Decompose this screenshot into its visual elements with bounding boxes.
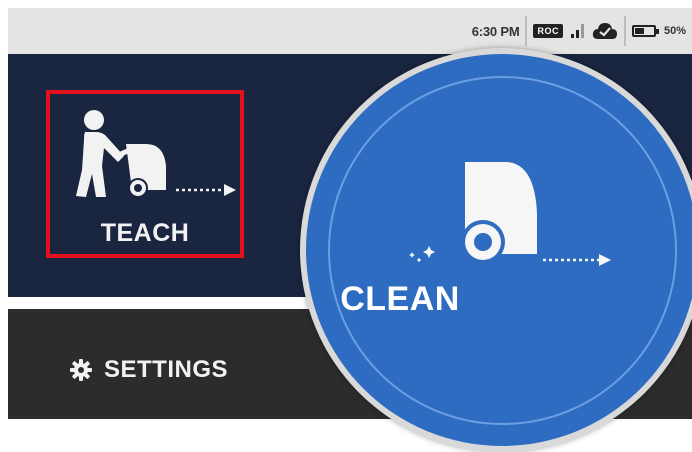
teach-button[interactable]: TEACH	[46, 90, 244, 258]
clean-label: CLEAN	[340, 280, 460, 318]
battery-fill	[634, 28, 644, 34]
roc-badge-icon: ROC	[533, 24, 563, 38]
settings-button[interactable]: SETTINGS	[70, 350, 228, 390]
status-bar: 6:30 PM ROC 50%	[8, 8, 692, 54]
signal-icon	[570, 24, 584, 38]
teach-label: TEACH	[100, 219, 190, 247]
cloud-check-icon	[592, 23, 617, 39]
settings-label: SETTINGS	[104, 356, 229, 383]
clean-button-face	[306, 54, 692, 446]
clock: 6:30 PM	[471, 23, 520, 39]
person-pushing-scrubber-icon	[76, 110, 236, 198]
status-separator	[623, 16, 626, 46]
scrubber-robot-icon	[409, 162, 611, 266]
top-frame	[0, 0, 692, 8]
battery-icon	[631, 25, 659, 37]
status-separator	[525, 16, 528, 46]
gear-icon	[70, 359, 92, 381]
clean-button[interactable]: CLEAN	[300, 48, 692, 452]
battery-percent: 50%	[663, 25, 686, 37]
